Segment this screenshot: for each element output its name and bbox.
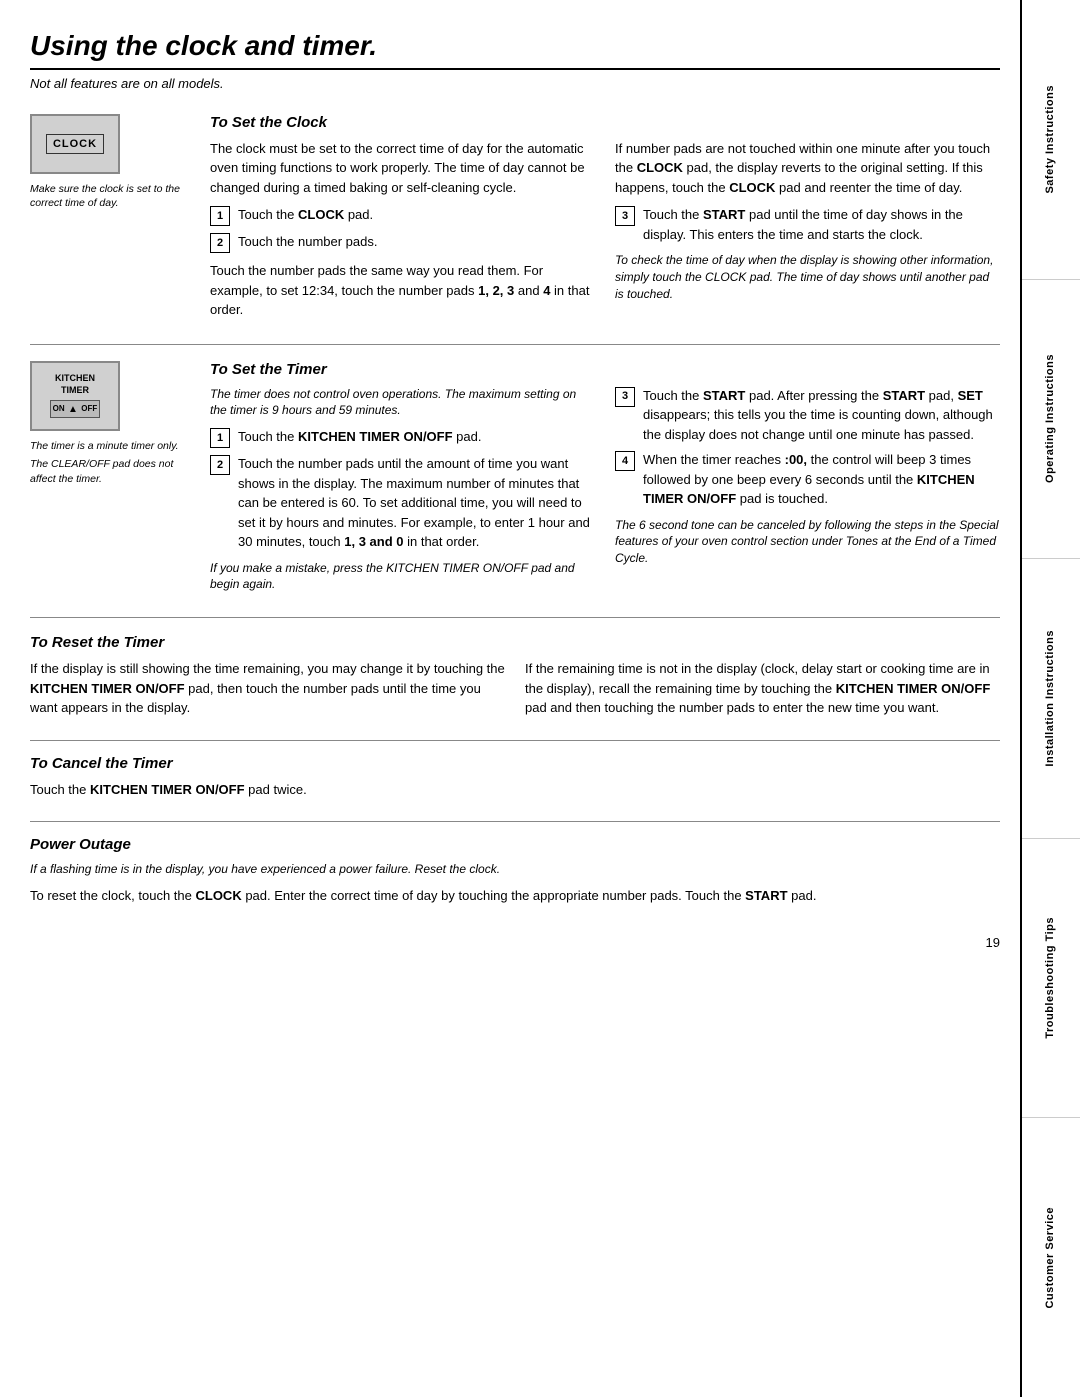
timer-step-4-text: When the timer reaches :00, the control …	[643, 450, 1000, 509]
reset-timer-content: If the display is still showing the time…	[30, 659, 1000, 726]
sidebar-troubleshooting-label: Troubleshooting Tips	[1044, 917, 1057, 1039]
timer-step-1: 1 Touch the KITCHEN TIMER ON/OFF pad.	[210, 427, 595, 448]
timer-switch: ON ▲ OFF	[50, 400, 100, 418]
timer-step-2: 2 Touch the number pads until the amount…	[210, 454, 595, 552]
step-num-2: 2	[210, 233, 230, 253]
sidebar-troubleshooting: Troubleshooting Tips	[1022, 839, 1080, 1119]
step-num-1: 1	[210, 206, 230, 226]
timer-step-num-2: 2	[210, 455, 230, 475]
sidebar-installation-label: Installation Instructions	[1044, 630, 1057, 767]
clock-content: To Set the Clock The clock must be set t…	[210, 114, 1000, 328]
page-title: Using the clock and timer.	[30, 30, 1000, 70]
timer-arrow: ▲	[68, 403, 78, 416]
reset-timer-left: If the display is still showing the time…	[30, 659, 505, 726]
clock-mid-para: Touch the number pads the same way you r…	[210, 261, 595, 320]
power-outage-section: Power Outage If a flashing time is in th…	[30, 836, 1000, 927]
sidebar-operating-label: Operating Instructions	[1044, 354, 1057, 483]
cancel-timer-section: To Cancel the Timer Touch the KITCHEN TI…	[30, 755, 1000, 823]
page-subtitle: Not all features are on all models.	[30, 74, 1000, 94]
sidebar-customer-label: Customer Service	[1044, 1207, 1057, 1309]
power-outage-title: Power Outage	[30, 836, 1000, 853]
timer-step-3-text: Touch the START pad. After pressing the …	[643, 386, 1000, 445]
timer-caption-1: The timer is a minute timer only.	[30, 439, 190, 454]
timer-italic-note: The timer does not control oven operatio…	[210, 386, 595, 420]
sidebar-customer: Customer Service	[1022, 1118, 1080, 1397]
clock-right-col: If number pads are not touched within on…	[615, 139, 1000, 328]
timer-content: To Set the Timer The timer does not cont…	[210, 361, 1000, 602]
timer-left-col: The timer does not control oven operatio…	[210, 386, 595, 602]
clock-step-3: 3 Touch the START pad until the time of …	[615, 205, 1000, 244]
timer-mistake-note: If you make a mistake, press the KITCHEN…	[210, 560, 595, 594]
page-number: 19	[30, 927, 1000, 950]
set-timer-title: To Set the Timer	[210, 361, 1000, 378]
power-outage-italic: If a flashing time is in the display, yo…	[30, 861, 1000, 878]
timer-step-num-1: 1	[210, 428, 230, 448]
timer-step-num-3: 3	[615, 387, 635, 407]
step-num-3: 3	[615, 206, 635, 226]
clock-step-2-text: Touch the number pads.	[238, 232, 377, 252]
timer-step-num-4: 4	[615, 451, 635, 471]
cancel-timer-text: Touch the KITCHEN TIMER ON/OFF pad twice…	[30, 780, 1000, 800]
reset-timer-right-text: If the remaining time is not in the disp…	[525, 659, 1000, 718]
clock-label: CLOCK	[46, 134, 104, 154]
cancel-timer-title: To Cancel the Timer	[30, 755, 1000, 772]
clock-right-note: To check the time of day when the displa…	[615, 252, 1000, 302]
clock-step-1-text: Touch the CLOCK pad.	[238, 205, 373, 225]
clock-step-1: 1 Touch the CLOCK pad.	[210, 205, 595, 226]
power-outage-body: To reset the clock, touch the CLOCK pad.…	[30, 886, 1000, 906]
reset-timer-section: To Reset the Timer If the display is sti…	[30, 634, 1000, 741]
timer-off-label: OFF	[81, 404, 97, 414]
reset-timer-right: If the remaining time is not in the disp…	[525, 659, 1000, 726]
timer-steps-left: 1 Touch the KITCHEN TIMER ON/OFF pad. 2 …	[210, 427, 595, 552]
timer-right-italic: The 6 second tone can be canceled by fol…	[615, 517, 1000, 567]
right-sidebar: Safety Instructions Operating Instructio…	[1020, 0, 1080, 1397]
set-clock-section: CLOCK Make sure the clock is set to the …	[30, 114, 1000, 345]
timer-image-col: KITCHENTIMER ON ▲ OFF The timer is a min…	[30, 361, 190, 602]
sidebar-operating: Operating Instructions	[1022, 280, 1080, 560]
set-clock-title: To Set the Clock	[210, 114, 1000, 131]
clock-left-col: The clock must be set to the correct tim…	[210, 139, 595, 328]
timer-step-4: 4 When the timer reaches :00, the contro…	[615, 450, 1000, 509]
timer-right-col: 3 Touch the START pad. After pressing th…	[615, 386, 1000, 602]
clock-image-col: CLOCK Make sure the clock is set to the …	[30, 114, 190, 328]
clock-body-left: The clock must be set to the correct tim…	[210, 139, 595, 198]
sidebar-safety: Safety Instructions	[1022, 0, 1080, 280]
timer-step-1-text: Touch the KITCHEN TIMER ON/OFF pad.	[238, 427, 481, 447]
timer-image: KITCHENTIMER ON ▲ OFF	[30, 361, 120, 431]
clock-step-2: 2 Touch the number pads.	[210, 232, 595, 253]
clock-image: CLOCK	[30, 114, 120, 174]
sidebar-installation: Installation Instructions	[1022, 559, 1080, 839]
clock-step-3-text: Touch the START pad until the time of da…	[643, 205, 1000, 244]
timer-step-2-text: Touch the number pads until the amount o…	[238, 454, 595, 552]
clock-step3-list: 3 Touch the START pad until the time of …	[615, 205, 1000, 244]
sidebar-safety-label: Safety Instructions	[1044, 85, 1057, 194]
clock-steps: 1 Touch the CLOCK pad. 2 Touch the numbe…	[210, 205, 595, 253]
timer-image-label: KITCHENTIMER	[55, 373, 95, 396]
timer-steps-right: 3 Touch the START pad. After pressing th…	[615, 386, 1000, 509]
clock-body-right: If number pads are not touched within on…	[615, 139, 1000, 198]
timer-step-3: 3 Touch the START pad. After pressing th…	[615, 386, 1000, 445]
set-timer-section: KITCHENTIMER ON ▲ OFF The timer is a min…	[30, 361, 1000, 619]
timer-on-label: ON	[53, 404, 65, 414]
timer-caption-2: The CLEAR/OFF pad does not affect the ti…	[30, 457, 190, 486]
reset-timer-title: To Reset the Timer	[30, 634, 1000, 651]
reset-timer-left-text: If the display is still showing the time…	[30, 659, 505, 718]
clock-caption: Make sure the clock is set to the correc…	[30, 182, 190, 211]
